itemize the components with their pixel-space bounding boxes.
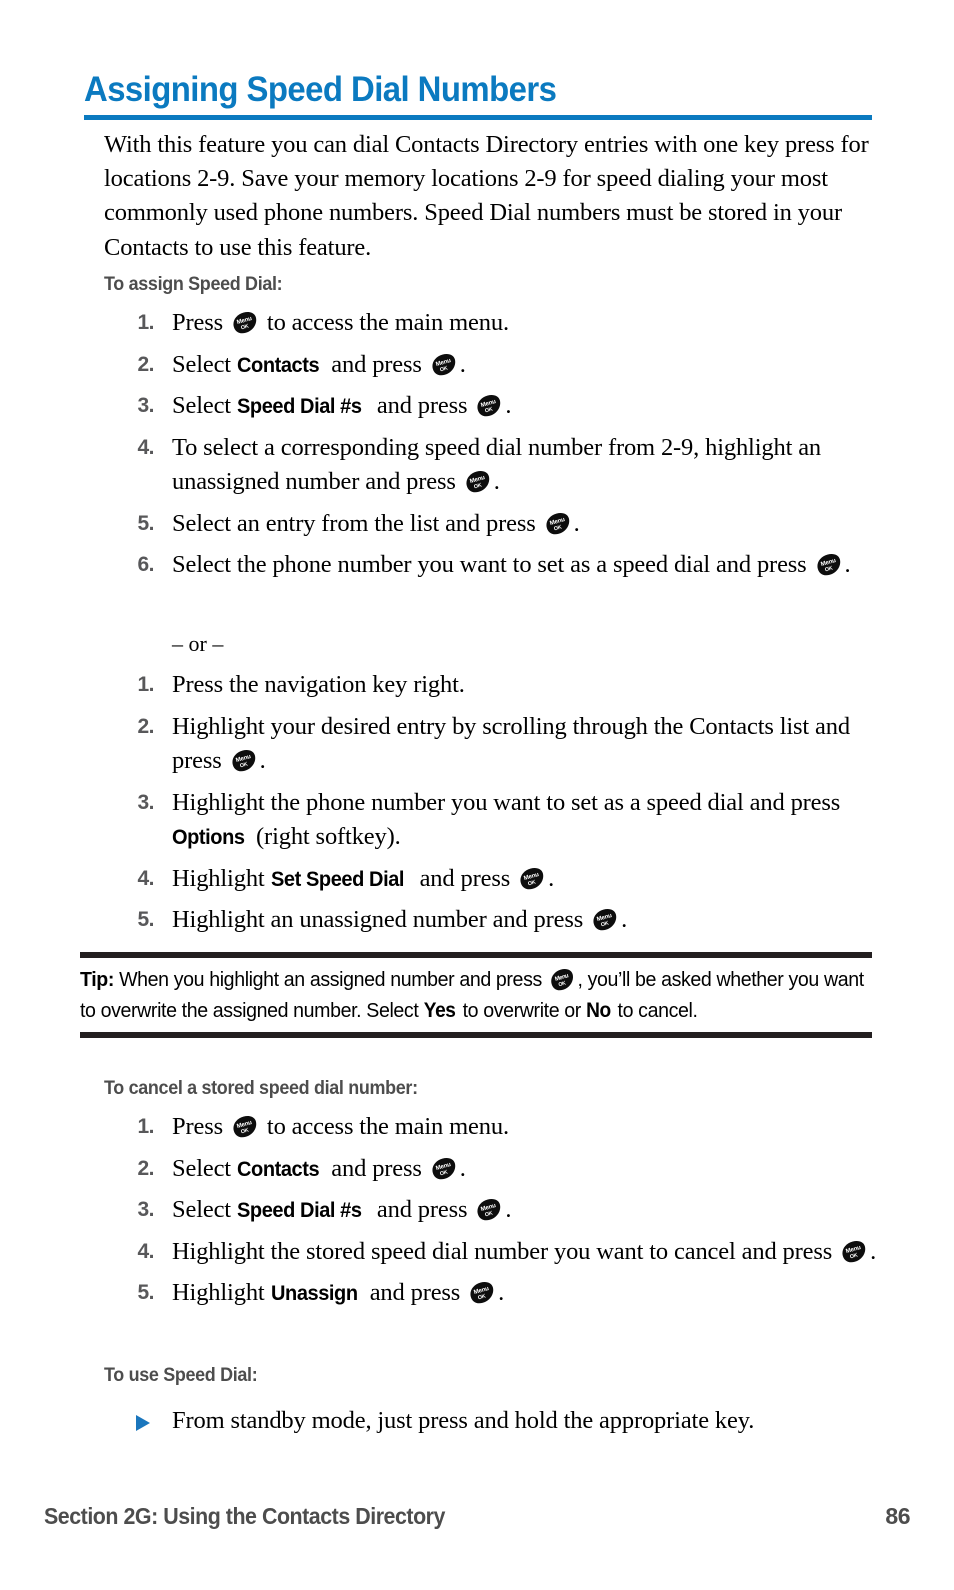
ui-term: Contacts: [236, 352, 320, 377]
step-item: 3 Select Speed Dial #s and press MenuOK.: [118, 1193, 878, 1228]
tip-bottom-rule: [80, 1032, 872, 1038]
step-item: 4 Highlight Set Speed Dial and press Menu…: [118, 862, 878, 897]
step-number: 2: [118, 348, 154, 383]
menu-ok-key-icon: Menu OK: [590, 908, 620, 932]
step-item: 4 Highlight the stored speed dial number …: [118, 1235, 878, 1270]
step-text: Select Contacts and press Menu OK.: [172, 351, 466, 378]
ui-term: Speed Dial #s: [236, 1198, 362, 1222]
manual-page: Assigning Speed Dial Numbers With this f…: [0, 0, 954, 1590]
footer-section-label: Section 2G: Using the Contacts Directory: [44, 1503, 445, 1529]
menu-ok-key-icon: Menu OK: [548, 968, 577, 992]
step-item: 5 Highlight Unassign and press MenuOK.: [118, 1276, 878, 1311]
step-number: 5: [118, 903, 154, 938]
menu-ok-key-icon: Menu OK: [429, 1157, 459, 1181]
bullet-item: From standby mode, just press and hold t…: [118, 1404, 878, 1439]
step-item: 1 Press MenuOK to access the main menu.: [118, 1110, 878, 1145]
menu-ok-key-icon: Menu OK: [230, 311, 260, 335]
page-footer: Section 2G: Using the Contacts Directory…: [44, 1503, 910, 1530]
title-underline-rule: [84, 115, 872, 120]
step-text: Highlight the stored speed dial number y…: [172, 1237, 877, 1265]
step-text: Select Speed Dial #s and press Menu OK.: [172, 1196, 511, 1223]
step-number: 1: [118, 668, 154, 703]
menu-ok-key-icon: Menu OK: [474, 1198, 504, 1222]
or-separator: – or –: [172, 631, 224, 656]
step-item: 4 To select a corresponding speed dial nu…: [118, 431, 878, 500]
subheading-to-use-speed-dial: To use Speed Dial:: [104, 1364, 258, 1386]
step-number: 3: [118, 389, 154, 424]
step-item: 3 Select Speed Dial #s and press MenuOK.: [118, 389, 878, 424]
step-item: 2 Highlight your desired entry by scrolli…: [118, 710, 878, 779]
step-text: Select an entry from the list and press …: [172, 509, 580, 537]
step-text: Select the phone number you want to set …: [172, 551, 851, 578]
step-number: 5: [118, 507, 154, 542]
step-number: 1: [118, 306, 154, 341]
step-item: 6 Select the phone number you want to set…: [118, 548, 878, 583]
ui-term: Options: [172, 825, 245, 849]
menu-ok-key-icon: Menu OK: [517, 867, 547, 891]
menu-ok-key-icon: Menu OK: [814, 553, 844, 577]
ui-term: Set Speed Dial: [270, 866, 404, 891]
ui-term: No: [585, 998, 611, 1022]
step-text: Highlight Unassign and press Menu OK.: [172, 1279, 504, 1306]
step-text: Press the navigation key right.: [172, 671, 465, 698]
step-number: 3: [118, 786, 154, 821]
step-item: 2 Select Contacts and press MenuOK.: [118, 348, 878, 383]
step-number: 4: [118, 1235, 154, 1270]
step-text: Highlight Set Speed Dial and press Menu O…: [172, 865, 554, 892]
triangle-bullet-icon: [136, 1415, 150, 1431]
menu-ok-key-icon: Menu OK: [429, 353, 459, 377]
step-text: Press Menu OK to access the main menu.: [172, 309, 509, 336]
step-text: Press Menu OK to access the main menu.: [172, 1113, 509, 1140]
tip-body-text: Tip: When you highlight an assigned numb…: [80, 958, 871, 1032]
bullet-text: From standby mode, just press and hold t…: [172, 1407, 755, 1434]
step-number: 5: [118, 1276, 154, 1311]
step-number: 6: [118, 548, 154, 583]
step-text: Highlight the phone number you want to s…: [172, 789, 840, 851]
menu-ok-key-icon: Menu OK: [463, 470, 493, 494]
bullets-list-use: From standby mode, just press and hold t…: [118, 1404, 878, 1439]
step-number: 4: [118, 431, 154, 466]
intro-paragraph: With this feature you can dial Contacts …: [104, 131, 869, 261]
menu-ok-key-icon: Menu OK: [839, 1240, 869, 1264]
step-text: Highlight an unassigned number and press…: [172, 906, 628, 933]
step-text: Highlight your desired entry by scrollin…: [172, 712, 850, 775]
subheading-to-cancel-stored-speed-dial: To cancel a stored speed dial number:: [104, 1077, 418, 1099]
page-title-block: Assigning Speed Dial Numbers: [84, 70, 874, 120]
step-number: 4: [118, 862, 154, 897]
step-number: 3: [118, 1193, 154, 1228]
step-text: To select a corresponding speed dial num…: [172, 433, 822, 496]
tip-label: Tip:: [80, 968, 115, 991]
menu-ok-key-icon: Menu OK: [474, 394, 504, 418]
menu-ok-key-icon: Menu OK: [230, 1115, 260, 1139]
steps-list-cancel: 1Press MenuOK to access the main menu.2S…: [118, 1110, 878, 1318]
menu-ok-key-icon: Menu OK: [229, 749, 259, 773]
subheading-to-assign-speed-dial: To assign Speed Dial:: [104, 273, 283, 295]
menu-ok-key-icon: Menu OK: [467, 1281, 497, 1305]
step-item: 1 Press MenuOK to access the main menu.: [118, 306, 878, 341]
step-item: 1 Press the navigation key right.: [118, 668, 878, 703]
ui-term: Contacts: [236, 1156, 320, 1181]
tip-callout: Tip: When you highlight an assigned numb…: [80, 952, 872, 1038]
step-number: 2: [118, 1152, 154, 1187]
step-number: 1: [118, 1110, 154, 1145]
step-item: 5 Select an entry from the list and press…: [118, 507, 878, 542]
ui-term: Yes: [423, 998, 456, 1022]
step-item: 5 Highlight an unassigned number and pres…: [118, 903, 878, 938]
step-number: 2: [118, 710, 154, 745]
step-text: Select Speed Dial #s and press Menu OK.: [172, 392, 511, 419]
page-title: Assigning Speed Dial Numbers: [84, 70, 557, 109]
step-item: 2 Select Contacts and press MenuOK.: [118, 1152, 878, 1187]
menu-ok-key-icon: Menu OK: [543, 512, 573, 536]
steps-list-assign-alt: 1 Press the navigation key right. 2 Highlig…: [118, 668, 878, 945]
footer-page-number: 86: [885, 1503, 910, 1529]
steps-list-assign: 1Press MenuOK to access the main menu.2S…: [118, 306, 878, 590]
step-text: Select Contacts and press Menu OK.: [172, 1155, 466, 1182]
step-item: 3 Highlight the phone number you want to …: [118, 786, 878, 855]
ui-term: Unassign: [270, 1281, 358, 1305]
ui-term: Speed Dial #s: [236, 394, 362, 418]
